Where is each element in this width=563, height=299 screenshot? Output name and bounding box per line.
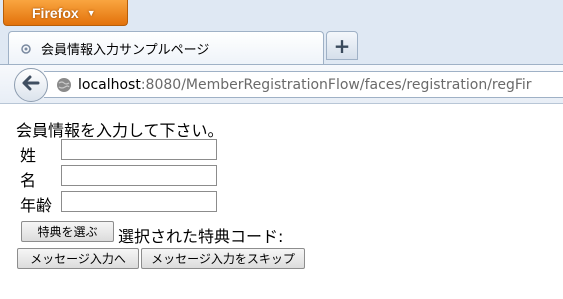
age-label: 年齢 (20, 196, 53, 215)
plus-icon: + (333, 33, 351, 58)
age-input[interactable] (61, 191, 217, 212)
url-host: localhost (78, 76, 141, 93)
selected-benefit-label: 選択された特典コード: (118, 227, 284, 246)
instructions-text: 会員情報を入力して下さい。 (16, 121, 224, 140)
page-content: 会員情報を入力して下さい。 姓 名 年齢 特典を選ぶ 選択された特典コード: メ… (0, 105, 563, 299)
back-arrow-icon (22, 75, 40, 95)
browser-tab[interactable]: 会員情報入力サンプルページ (8, 31, 324, 65)
globe-icon (56, 77, 72, 93)
address-bar[interactable]: localhost:8080/MemberRegistrationFlow/fa… (44, 71, 563, 98)
back-button[interactable] (14, 68, 48, 102)
choose-benefit-button[interactable]: 特典を選ぶ (21, 221, 114, 242)
chevron-down-icon: ▼ (86, 7, 96, 18)
firefox-menu-button[interactable]: Firefox ▼ (3, 0, 128, 26)
navigation-bar: localhost:8080/MemberRegistrationFlow/fa… (0, 64, 563, 104)
firefox-menu-label: Firefox (32, 4, 79, 21)
first-name-input[interactable] (61, 165, 217, 186)
new-tab-button[interactable]: + (326, 31, 358, 60)
tab-title: 会員情報入力サンプルページ (41, 43, 210, 58)
message-input-button[interactable]: メッセージ入力へ (17, 248, 139, 269)
url-path: :8080/MemberRegistrationFlow/faces/regis… (140, 76, 532, 93)
browser-chrome: Firefox ▼ 会員情報入力サンプルページ + localhost:8080… (0, 0, 563, 104)
skip-message-button[interactable]: メッセージ入力をスキップ (141, 248, 305, 269)
page-icon (19, 42, 33, 56)
last-name-input[interactable] (61, 139, 217, 160)
first-name-label: 名 (20, 171, 37, 190)
last-name-label: 姓 (20, 146, 37, 165)
